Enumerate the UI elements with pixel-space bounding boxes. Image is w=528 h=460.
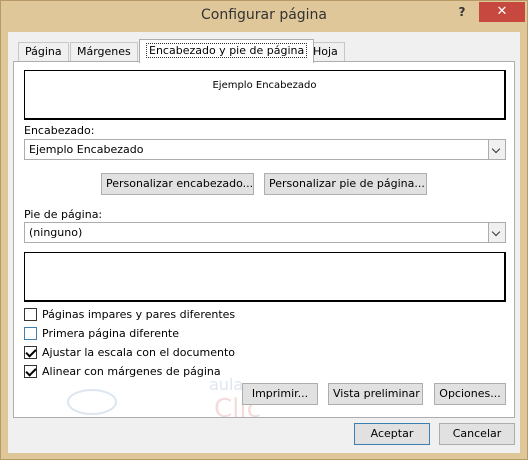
option-scale-label: Ajustar la escala con el documento (42, 346, 236, 359)
checkbox-first-page[interactable] (24, 327, 37, 340)
options-button[interactable]: Opciones... (434, 383, 506, 405)
tab-panel: Ejemplo Encabezado Encabezado: Ejemplo E… (13, 61, 515, 422)
close-icon: ✕ (496, 4, 508, 19)
tab-margenes[interactable]: Márgenes (70, 42, 138, 62)
close-button[interactable]: ✕ (479, 2, 525, 22)
footer-select-value: (ninguno) (29, 226, 83, 239)
header-select[interactable]: Ejemplo Encabezado (24, 139, 506, 160)
customize-header-button[interactable]: Personalizar encabezado... (101, 173, 254, 195)
chevron-down-icon[interactable] (488, 223, 505, 242)
footer-select[interactable]: (ninguno) (24, 222, 506, 243)
logo-text-top: aula (209, 375, 243, 394)
footer-preview (24, 252, 506, 302)
checkbox-align[interactable] (24, 365, 37, 378)
chevron-down-icon[interactable] (488, 140, 505, 159)
cancel-button[interactable]: Cancelar (439, 423, 515, 445)
tab-encabezado-pie-label: Encabezado y pie de página (146, 43, 308, 58)
customize-footer-button[interactable]: Personalizar pie de página... (264, 173, 427, 195)
footer-label: Pie de página: (24, 208, 103, 221)
option-first-page-label: Primera página diferente (42, 327, 180, 340)
accept-button[interactable]: Aceptar (354, 423, 430, 445)
option-odd-even-label: Páginas impares y pares diferentes (42, 308, 236, 321)
header-preview-text: Ejemplo Encabezado (212, 80, 317, 91)
page-setup-dialog: Configurar página ? ✕ Página Márgenes En… (0, 0, 528, 460)
checkbox-scale[interactable] (24, 346, 37, 359)
tab-pagina[interactable]: Página (18, 42, 69, 62)
checkbox-odd-even[interactable] (24, 308, 37, 321)
header-label: Encabezado: (24, 124, 95, 137)
header-select-value: Ejemplo Encabezado (29, 143, 144, 156)
print-preview-button[interactable]: Vista preliminar (328, 383, 423, 405)
logo-cloud-icon (67, 389, 117, 415)
header-preview: Ejemplo Encabezado (24, 70, 506, 120)
help-button[interactable]: ? (448, 2, 476, 22)
tab-encabezado-pie[interactable]: Encabezado y pie de página (139, 39, 315, 63)
print-button[interactable]: Imprimir... (242, 383, 318, 405)
dialog-body: Página Márgenes Encabezado y pie de pági… (8, 32, 520, 453)
title-bar[interactable]: Configurar página ? ✕ (1, 1, 527, 32)
